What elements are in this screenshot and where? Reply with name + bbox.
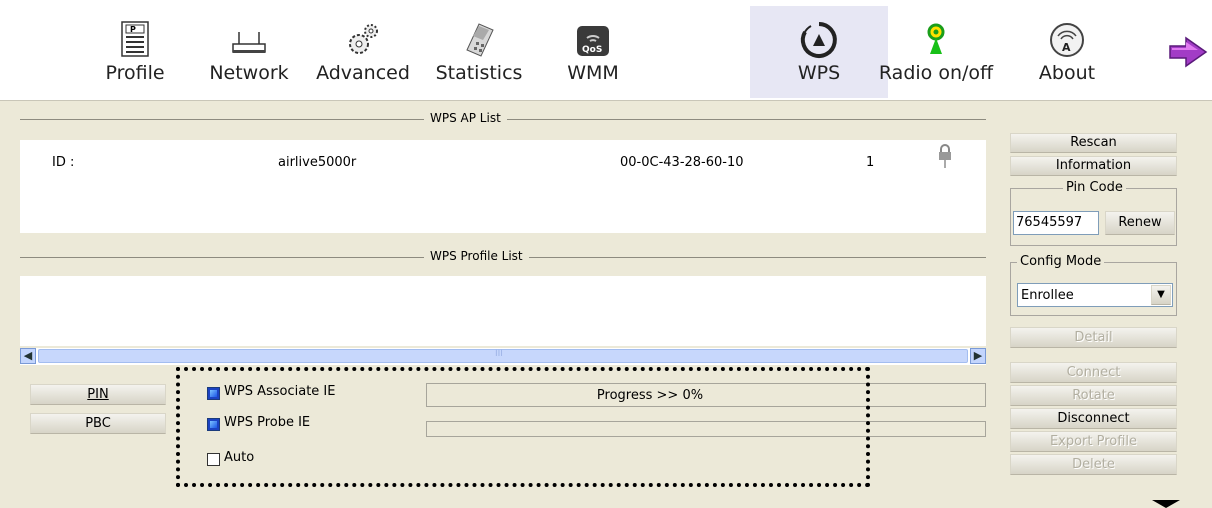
toolbar-wps[interactable]: WPS xyxy=(750,6,888,98)
information-label: Information xyxy=(1055,158,1132,173)
wps-probe-ie-checkbox[interactable] xyxy=(207,418,220,431)
wps-associate-ie-label: WPS Associate IE xyxy=(224,384,336,399)
information-button[interactable]: Information xyxy=(1010,156,1177,176)
pin-code-value: 76545597 xyxy=(1016,215,1083,230)
ap-ssid: airlive5000r xyxy=(278,155,357,170)
pbc-button[interactable]: PBC xyxy=(30,413,166,434)
scroll-left-icon[interactable]: ◀ xyxy=(20,348,36,364)
toolbar-statistics[interactable]: Statistics xyxy=(436,6,522,98)
toolbar-profile-label: Profile xyxy=(105,62,165,84)
disconnect-label: Disconnect xyxy=(1057,411,1130,426)
svg-text:QoS: QoS xyxy=(582,45,602,55)
ap-bssid: 00-0C-43-28-60-10 xyxy=(620,155,744,170)
pin-button[interactable]: PIN xyxy=(30,384,166,405)
renew-button[interactable]: Renew xyxy=(1105,211,1175,235)
detail-label: Detail xyxy=(1074,330,1113,345)
toolbar-network[interactable]: Network xyxy=(206,6,292,98)
ap-channel: 1 xyxy=(866,155,875,170)
ap-list-row[interactable]: ID : airlive5000r 00-0C-43-28-60-10 1 xyxy=(20,140,986,180)
profile-list[interactable] xyxy=(20,276,986,346)
renew-label: Renew xyxy=(1118,215,1162,230)
about-icon: A xyxy=(1050,23,1084,57)
ap-id-label: ID : xyxy=(52,155,75,170)
toolbar-statistics-label: Statistics xyxy=(435,62,523,84)
toolbar: P Profile Network Advanced Statistics Qo… xyxy=(0,0,1212,101)
ap-list-title: WPS AP List xyxy=(424,111,507,125)
pbc-button-label: PBC xyxy=(85,416,111,431)
profile-list-header: WPS Profile List xyxy=(20,249,986,265)
config-mode-value: Enrollee xyxy=(1021,288,1074,303)
svg-text:P: P xyxy=(130,25,136,34)
calculator-icon xyxy=(466,23,494,57)
scroll-right-icon[interactable]: ▶ xyxy=(970,348,986,364)
ap-list: ID : airlive5000r 00-0C-43-28-60-10 1 xyxy=(20,140,986,233)
toolbar-radio[interactable]: Radio on/off xyxy=(879,6,993,98)
config-mode-select[interactable]: Enrollee ▼ xyxy=(1017,283,1173,307)
wps-icon xyxy=(800,22,837,58)
progress-text: Progress >> 0% xyxy=(596,388,704,403)
pin-code-group: Pin Code 76545597 Renew xyxy=(1010,180,1177,246)
config-mode-title: Config Mode xyxy=(1017,254,1105,269)
pin-code-title: Pin Code xyxy=(1063,180,1126,195)
scrollbar-thumb[interactable]: III xyxy=(38,349,968,363)
profile-icon: P xyxy=(121,21,149,57)
config-mode-group: Config Mode Enrollee ▼ xyxy=(1010,254,1177,316)
toolbar-wps-label: WPS xyxy=(797,62,841,84)
progress-status: Progress >> 0% xyxy=(426,383,986,407)
gears-icon xyxy=(349,24,378,54)
arrow-right-icon[interactable] xyxy=(1168,36,1208,68)
delete-button[interactable]: Delete xyxy=(1010,454,1177,475)
auto-label: Auto xyxy=(224,450,255,465)
toolbar-about-label: About xyxy=(1038,62,1096,84)
export-profile-button[interactable]: Export Profile xyxy=(1010,431,1177,452)
radio-icon xyxy=(927,23,945,54)
delete-label: Delete xyxy=(1072,457,1115,472)
toolbar-wmm-label: WMM xyxy=(567,62,619,84)
network-icon xyxy=(232,32,266,53)
qos-icon: QoS xyxy=(577,26,609,56)
pin-code-field[interactable]: 76545597 xyxy=(1013,211,1099,235)
toolbar-advanced[interactable]: Advanced xyxy=(316,6,410,98)
chevron-down-icon[interactable]: ▼ xyxy=(1151,285,1171,305)
scroll-down-icon[interactable] xyxy=(1146,492,1186,508)
toolbar-radio-label: Radio on/off xyxy=(878,62,994,84)
toolbar-wmm[interactable]: QoS WMM xyxy=(550,6,636,98)
lock-icon xyxy=(939,144,951,168)
toolbar-profile[interactable]: P Profile xyxy=(92,6,178,98)
detail-button[interactable]: Detail xyxy=(1010,327,1177,348)
svg-text:A: A xyxy=(1062,41,1071,54)
pin-button-label: PIN xyxy=(87,387,109,402)
disconnect-button[interactable]: Disconnect xyxy=(1010,408,1177,429)
auto-checkbox[interactable] xyxy=(207,453,220,466)
scrollbar-grip: III xyxy=(495,349,503,359)
profile-list-title: WPS Profile List xyxy=(424,249,529,263)
toolbar-network-label: Network xyxy=(209,62,289,84)
rescan-label: Rescan xyxy=(1070,135,1117,150)
profile-list-scrollbar[interactable]: ◀ III ▶ xyxy=(20,348,986,365)
wps-probe-ie-label: WPS Probe IE xyxy=(224,415,311,430)
toolbar-advanced-label: Advanced xyxy=(316,62,410,84)
connect-label: Connect xyxy=(1066,365,1121,380)
connect-button[interactable]: Connect xyxy=(1010,362,1177,383)
progress-bar xyxy=(426,421,986,437)
wps-associate-ie-checkbox[interactable] xyxy=(207,387,220,400)
export-profile-label: Export Profile xyxy=(1049,434,1138,449)
rescan-button[interactable]: Rescan xyxy=(1010,133,1177,153)
rotate-label: Rotate xyxy=(1072,388,1115,403)
ap-list-header: WPS AP List xyxy=(20,111,986,127)
toolbar-about[interactable]: A About xyxy=(1024,6,1110,98)
rotate-button[interactable]: Rotate xyxy=(1010,385,1177,406)
